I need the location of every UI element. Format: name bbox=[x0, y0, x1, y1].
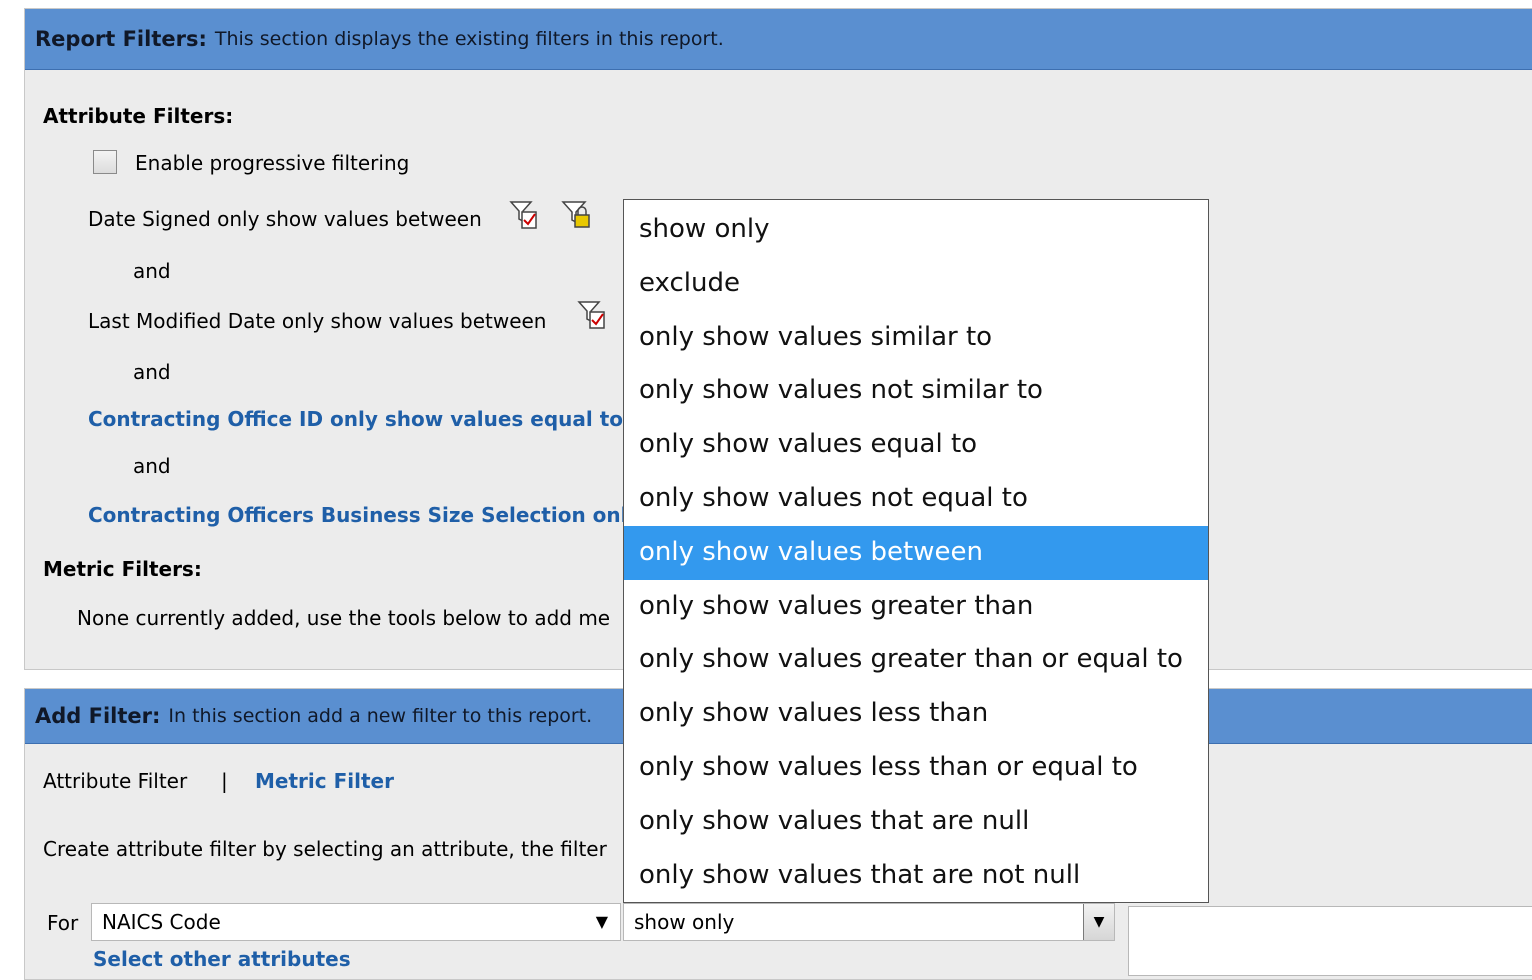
operator-option[interactable]: only show values not similar to bbox=[624, 364, 1208, 418]
operator-option[interactable]: only show values less than or equal to bbox=[624, 741, 1208, 795]
tab-attribute-filter[interactable]: Attribute Filter bbox=[43, 769, 187, 793]
operator-option[interactable]: only show values that are not null bbox=[624, 849, 1208, 903]
filter-date-signed[interactable]: Date Signed only show values between bbox=[88, 207, 482, 231]
progressive-filtering-checkbox[interactable] bbox=[93, 150, 117, 174]
attribute-select-value: NAICS Code bbox=[102, 910, 221, 934]
top-strip bbox=[0, 0, 1532, 8]
operator-option-selected[interactable]: only show values between bbox=[624, 525, 1208, 580]
filter-values-box[interactable] bbox=[1128, 906, 1532, 976]
operator-option[interactable]: only show values not equal to bbox=[624, 472, 1208, 526]
add-filter-instruction: Create attribute filter by selecting an … bbox=[43, 837, 607, 861]
chevron-down-icon: ▼ bbox=[595, 912, 608, 931]
and-label-2: and bbox=[133, 360, 171, 384]
operator-select[interactable]: show only ▼ bbox=[623, 903, 1115, 941]
filter-last-modified-date[interactable]: Last Modified Date only show values betw… bbox=[88, 309, 546, 333]
metric-filters-label: Metric Filters: bbox=[43, 557, 202, 581]
chevron-down-icon[interactable]: ▼ bbox=[1083, 904, 1114, 940]
attribute-filters-label: Attribute Filters: bbox=[43, 104, 234, 128]
progressive-filtering-label: Enable progressive filtering bbox=[135, 151, 410, 175]
report-filters-header: Report Filters: This section displays th… bbox=[25, 9, 1532, 70]
operator-option[interactable]: exclude bbox=[624, 257, 1208, 311]
operator-option[interactable]: only show values less than bbox=[624, 687, 1208, 741]
and-label-3: and bbox=[133, 454, 171, 478]
operator-option[interactable]: only show values greater than bbox=[624, 580, 1208, 634]
filter-edit-icon[interactable] bbox=[509, 199, 539, 231]
filter-edit-icon[interactable] bbox=[577, 299, 607, 331]
filter-lock-icon[interactable] bbox=[561, 199, 591, 231]
operator-dropdown-list[interactable]: show only exclude only show values simil… bbox=[623, 199, 1209, 903]
operator-option[interactable]: only show values that are null bbox=[624, 795, 1208, 849]
for-label: For bbox=[47, 911, 79, 935]
select-other-attributes-link[interactable]: Select other attributes bbox=[93, 947, 351, 971]
tab-separator: | bbox=[221, 769, 228, 793]
operator-option[interactable]: only show values greater than or equal t… bbox=[624, 633, 1208, 687]
operator-select-value: show only bbox=[634, 910, 735, 934]
add-filter-description: In this section add a new filter to this… bbox=[168, 705, 593, 727]
report-filters-description: This section displays the existing filte… bbox=[214, 28, 724, 50]
attribute-select[interactable]: NAICS Code ▼ bbox=[91, 903, 621, 941]
tab-metric-filter[interactable]: Metric Filter bbox=[255, 769, 394, 793]
metric-filters-none-text: None currently added, use the tools belo… bbox=[77, 606, 611, 630]
report-filters-title: Report Filters: bbox=[35, 27, 207, 51]
operator-option[interactable]: only show values equal to bbox=[624, 418, 1208, 472]
filter-business-size-selection[interactable]: Contracting Officers Business Size Selec… bbox=[88, 503, 641, 527]
filter-contracting-office-id[interactable]: Contracting Office ID only show values e… bbox=[88, 407, 640, 431]
add-filter-title: Add Filter: bbox=[35, 704, 161, 728]
and-label-1: and bbox=[133, 259, 171, 283]
operator-option[interactable]: show only bbox=[624, 203, 1208, 257]
operator-option[interactable]: only show values similar to bbox=[624, 311, 1208, 365]
